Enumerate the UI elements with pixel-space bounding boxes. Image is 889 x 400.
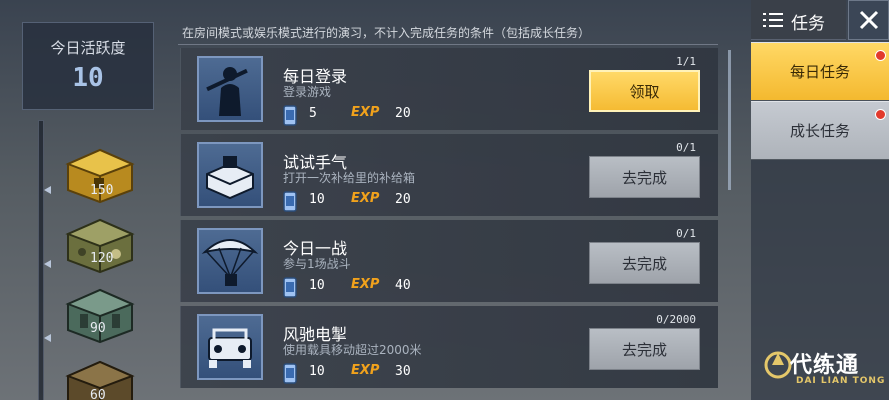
go-complete-button[interactable]: 去完成 (589, 156, 700, 198)
task-row: 每日登录 登录游戏 5 EXP 20 1/1 领取 (180, 48, 718, 130)
exp-label: EXP (351, 191, 380, 206)
chest-value: 90 (90, 321, 106, 336)
task-progress: 0/2000 (656, 313, 696, 326)
jeep-icon (197, 314, 263, 380)
coin-can-icon (283, 191, 297, 212)
chest-value: 150 (90, 183, 114, 198)
watermark-subtext: DAI LIAN TONG (796, 376, 886, 386)
exp-reward-value: 30 (395, 364, 411, 379)
task-desc: 打开一次补给里的补给箱 (283, 171, 416, 185)
task-list: 每日登录 登录游戏 5 EXP 20 1/1 领取 试试手气 打开一次补给里的补… (180, 48, 718, 392)
activity-card: 今日活跃度 10 (22, 22, 154, 110)
chest-marker (44, 334, 51, 342)
exp-label: EXP (351, 363, 380, 378)
coin-reward-value: 5 (309, 106, 317, 121)
sidebar-title: 任务 (791, 14, 825, 34)
close-icon (859, 10, 879, 30)
claim-button[interactable]: 领取 (589, 70, 700, 112)
exp-label: EXP (351, 105, 380, 120)
task-row: 今日一战 参与1场战斗 10 EXP 40 0/1 去完成 (180, 220, 718, 302)
exp-reward-value: 20 (395, 192, 411, 207)
activity-title: 今日活跃度 (50, 39, 126, 57)
exp-reward-value: 40 (395, 278, 411, 293)
chest-marker (44, 186, 51, 194)
chest-value: 60 (90, 388, 106, 400)
notice-text: 在房间模式或娱乐模式进行的演习，不计入完成任务的条件（包括成长任务） (182, 26, 591, 40)
coin-can-icon (283, 363, 297, 384)
coin-can-icon (283, 277, 297, 298)
notification-dot-icon (875, 109, 886, 120)
soldier-icon (197, 56, 263, 122)
close-button[interactable] (848, 0, 889, 40)
task-row: 试试手气 打开一次补给里的补给箱 10 EXP 20 0/1 去完成 (180, 134, 718, 216)
task-progress: 0/1 (676, 141, 696, 154)
task-list-scrollbar[interactable] (728, 50, 731, 190)
task-desc: 登录游戏 (283, 85, 332, 99)
coin-reward-value: 10 (309, 192, 325, 207)
exp-reward-value: 20 (395, 106, 411, 121)
tab-growth-tasks[interactable]: 成长任务 (751, 101, 889, 159)
task-progress: 0/1 (676, 227, 696, 240)
task-desc: 使用载具移动超过2000米 (283, 343, 422, 357)
tab-daily-tasks[interactable]: 每日任务 (751, 42, 889, 100)
parachute-icon (197, 228, 263, 294)
chest-value: 120 (90, 251, 114, 266)
go-complete-button[interactable]: 去完成 (589, 242, 700, 284)
tab-label: 每日任务 (789, 63, 850, 81)
sidebar-header: 任务 (751, 0, 846, 40)
task-list-icon (763, 13, 783, 27)
task-row: 风驰电掣 使用载具移动超过2000米 10 EXP 30 0/2000 去完成 (180, 306, 718, 388)
task-progress: 1/1 (676, 55, 696, 68)
coin-can-icon (283, 105, 297, 126)
coin-reward-value: 10 (309, 278, 325, 293)
go-complete-button[interactable]: 去完成 (589, 328, 700, 370)
divider (178, 44, 718, 45)
activity-value: 10 (72, 63, 104, 93)
coin-reward-value: 10 (309, 364, 325, 379)
task-desc: 参与1场战斗 (283, 257, 351, 271)
chest-marker (44, 260, 51, 268)
notification-dot-icon (875, 50, 886, 61)
supply-box-icon (197, 142, 263, 208)
exp-label: EXP (351, 277, 380, 292)
watermark-text: 代练通 (790, 353, 860, 378)
tab-label: 成长任务 (789, 122, 850, 140)
